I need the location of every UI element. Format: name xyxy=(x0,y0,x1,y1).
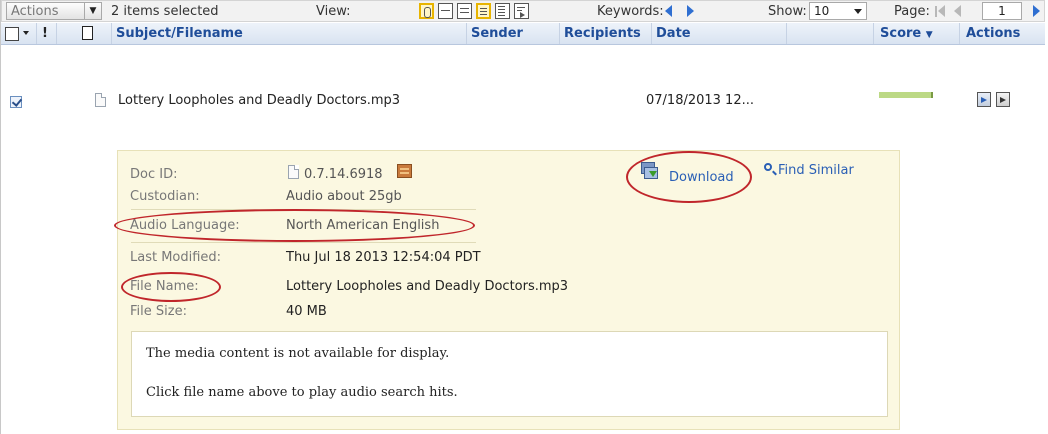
last-modified-value: Thu Jul 18 2013 12:54:04 PDT xyxy=(286,250,481,265)
custodian-label: Custodian: xyxy=(130,189,200,204)
column-score-label: Score xyxy=(880,26,922,41)
chevron-down-icon[interactable] xyxy=(23,31,29,35)
chevron-down-icon xyxy=(854,9,862,14)
divider xyxy=(131,242,476,243)
sort-descending-icon: ▼ xyxy=(925,30,933,40)
annotation-circle-file-name xyxy=(121,272,221,302)
page-label: Page: xyxy=(894,4,930,19)
file-size-label: File Size: xyxy=(130,304,187,319)
document-icon xyxy=(82,26,93,40)
selection-count: 2 items selected xyxy=(111,4,219,19)
summary-view-icon[interactable] xyxy=(476,3,491,19)
prev-keyword-icon[interactable] xyxy=(665,5,672,17)
row-checkbox[interactable] xyxy=(10,96,23,108)
compact-view-icon[interactable] xyxy=(457,3,472,19)
page-size-select[interactable]: 10 xyxy=(809,2,867,20)
search-icon[interactable] xyxy=(764,163,772,171)
file-name-link[interactable]: Lottery Loopholes and Deadly Doctors.mp3 xyxy=(286,279,568,294)
column-score[interactable]: Score ▼ xyxy=(874,23,960,44)
show-label: Show: xyxy=(768,4,807,19)
column-type[interactable] xyxy=(57,23,112,44)
next-page-icon[interactable] xyxy=(1033,5,1040,17)
results-table-header: ! Subject/Filename Sender Recipients Dat… xyxy=(1,23,1045,45)
prev-page-icon[interactable] xyxy=(954,5,961,17)
document-view-icon[interactable] xyxy=(514,3,529,19)
page-size-value: 10 xyxy=(814,4,830,18)
next-keyword-icon[interactable] xyxy=(687,5,694,17)
column-flag[interactable]: ! xyxy=(37,23,57,44)
column-actions: Actions xyxy=(966,26,1021,41)
document-detail-panel: Doc ID: 0.7.14.6918 Custodian: Audio abo… xyxy=(114,150,900,430)
first-page-bar xyxy=(935,6,937,17)
column-date[interactable]: Date xyxy=(652,23,787,44)
first-page-icon[interactable] xyxy=(938,5,945,17)
annotation-circle-download xyxy=(626,151,752,203)
actions-menu-label: Actions xyxy=(11,4,59,19)
export-document-icon[interactable] xyxy=(996,92,1010,107)
media-unavailable-message: The media content is not available for d… xyxy=(146,346,450,361)
view-label: View: xyxy=(316,4,351,19)
select-all-checkbox[interactable] xyxy=(5,27,19,41)
detail-view-icon[interactable] xyxy=(495,3,510,19)
column-recipients[interactable]: Recipients xyxy=(560,23,652,44)
actions-menu-button[interactable]: Actions ▼ xyxy=(6,2,102,20)
document-icon xyxy=(95,93,106,107)
file-size-value: 40 MB xyxy=(286,304,327,319)
custodian-value: Audio about 25gb xyxy=(286,189,402,204)
document-icon xyxy=(288,165,299,179)
keywords-label: Keywords: xyxy=(597,4,664,19)
column-blank xyxy=(787,23,874,44)
doc-id-value: 0.7.14.6918 xyxy=(304,167,383,182)
find-similar-link[interactable]: Find Similar xyxy=(778,163,854,178)
column-sender-label: Sender xyxy=(471,26,523,41)
score-bar xyxy=(879,92,933,98)
doc-id-label: Doc ID: xyxy=(130,167,178,182)
media-play-hint: Click file name above to play audio sear… xyxy=(146,385,458,400)
row-subject[interactable]: Lottery Loopholes and Deadly Doctors.mp3 xyxy=(118,93,400,108)
chevron-down-icon[interactable]: ▼ xyxy=(84,3,101,19)
view-document-icon[interactable] xyxy=(977,92,991,107)
attachment-view-icon[interactable] xyxy=(419,3,434,19)
last-modified-label: Last Modified: xyxy=(130,250,222,265)
toolbar: Actions ▼ 2 items selected View: Keyword… xyxy=(1,0,1045,22)
row-date: 07/18/2013 12... xyxy=(646,93,754,108)
checkmark-icon xyxy=(11,96,23,107)
tag-icon[interactable] xyxy=(397,164,412,178)
page-number-input[interactable]: 1 xyxy=(982,2,1022,20)
list-view-icon[interactable] xyxy=(438,3,453,19)
column-subject[interactable]: Subject/Filename xyxy=(112,23,467,44)
column-sender[interactable]: Sender xyxy=(467,23,560,44)
media-message-box: The media content is not available for d… xyxy=(131,331,888,417)
select-all-column[interactable] xyxy=(1,23,37,44)
annotation-circle-audio-language xyxy=(114,209,475,242)
